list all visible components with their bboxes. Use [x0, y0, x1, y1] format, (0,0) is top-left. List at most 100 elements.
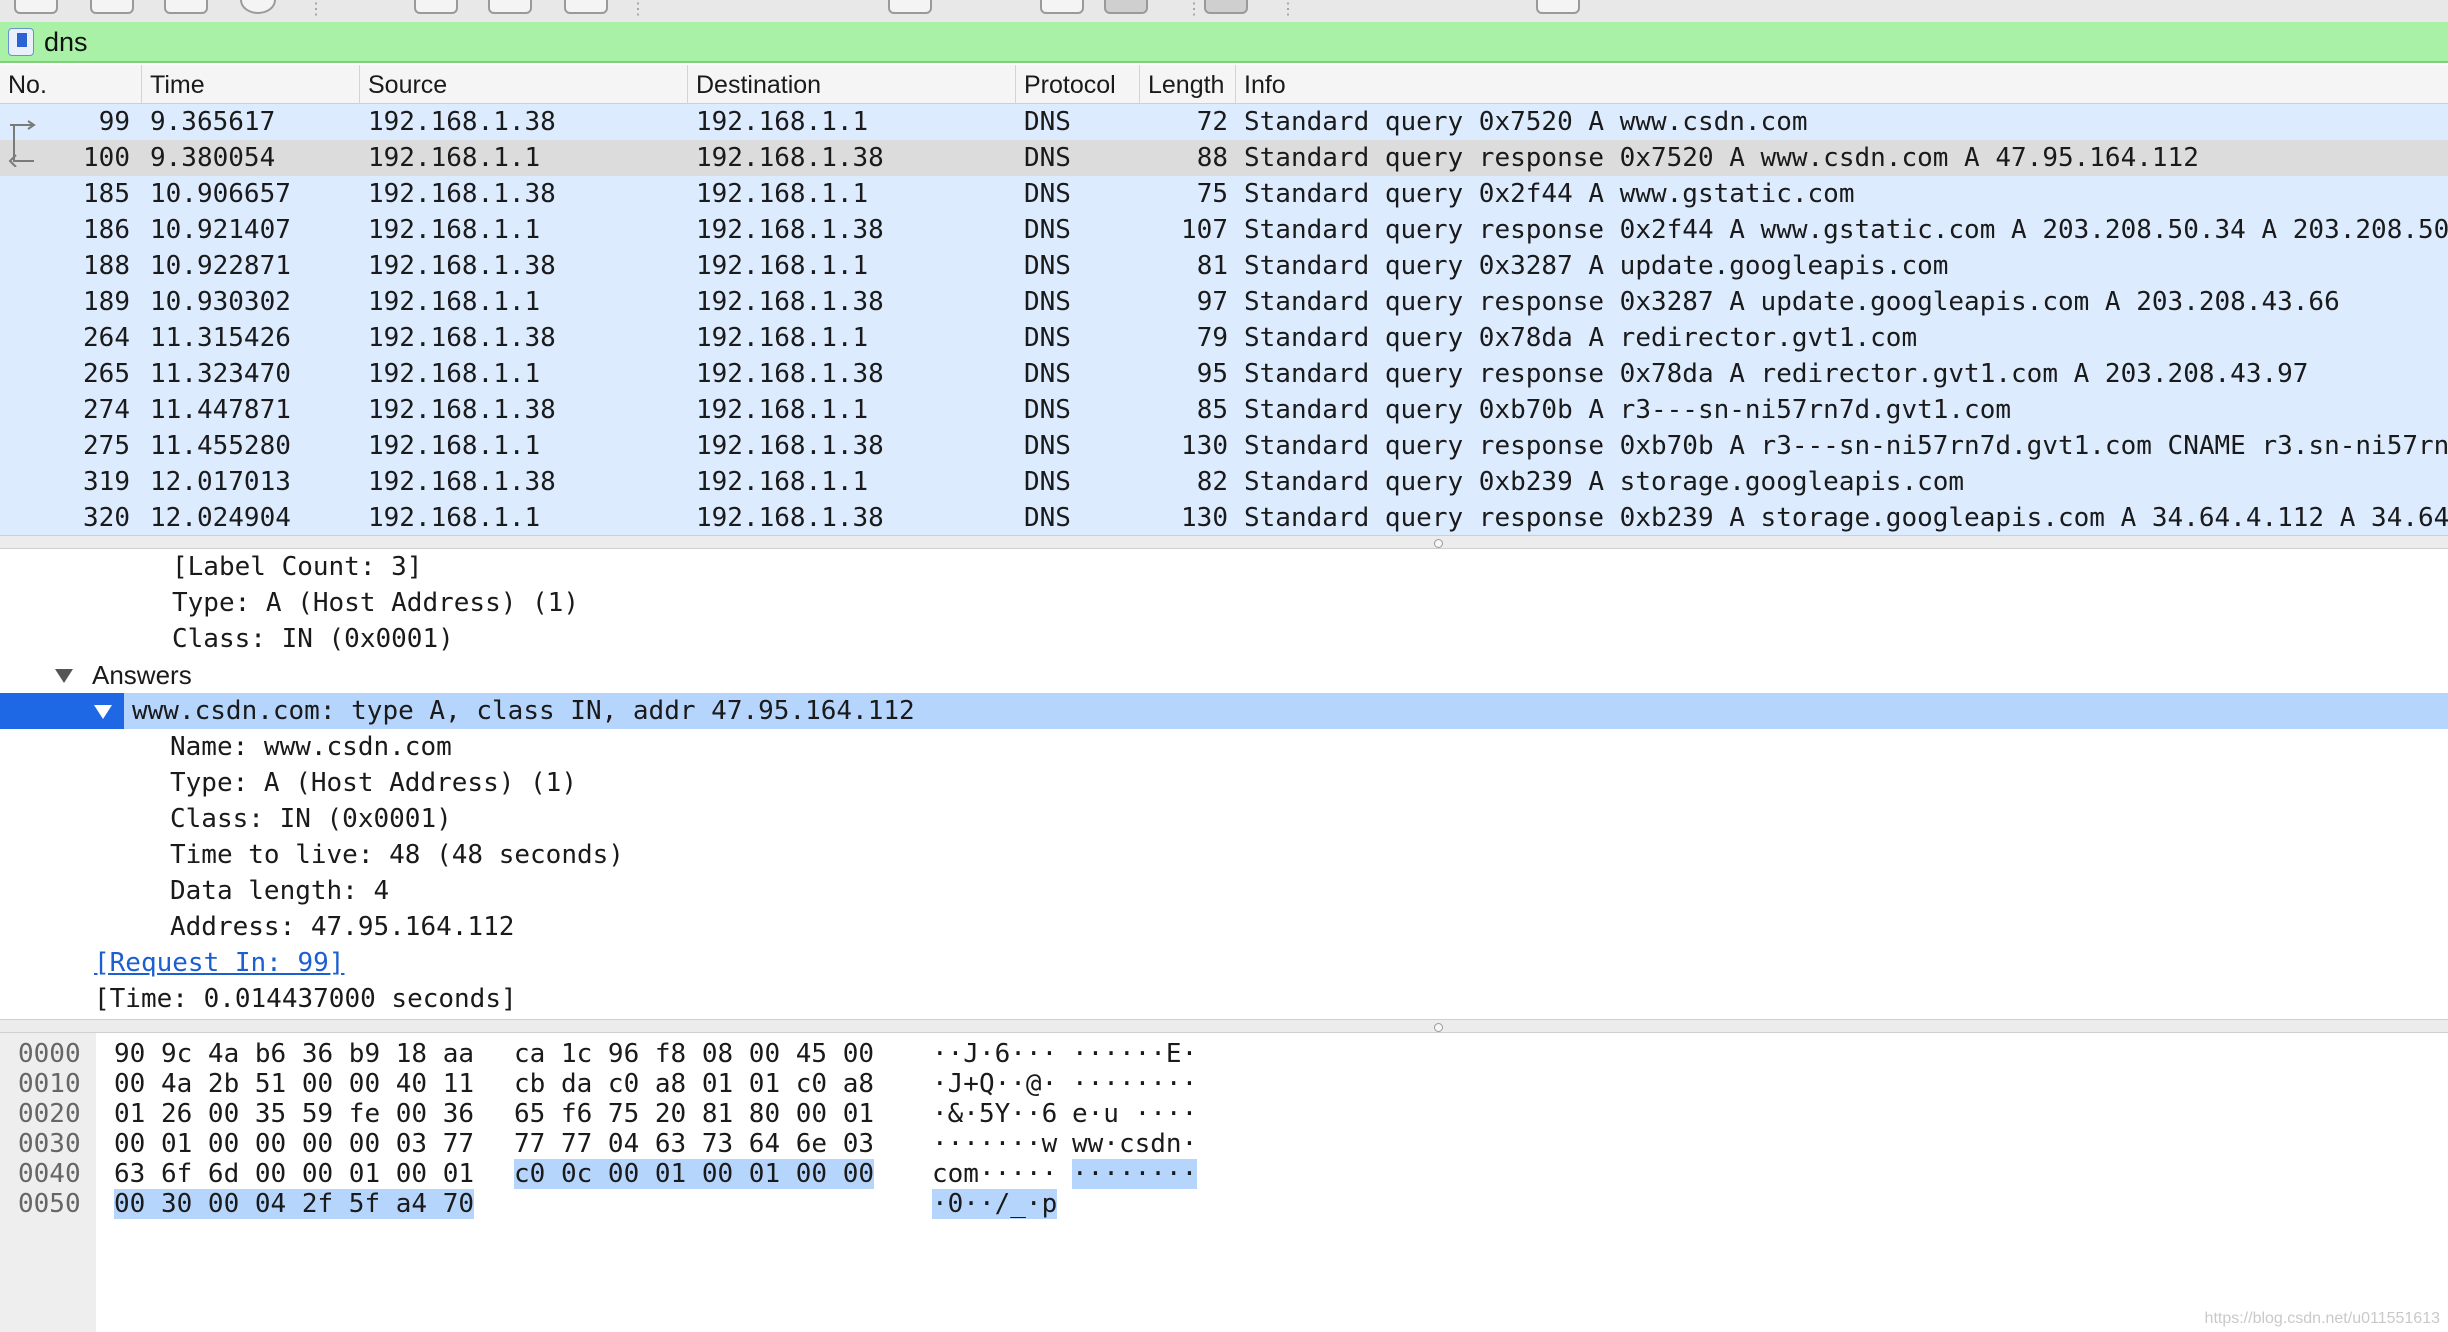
hex-bytes-second-half[interactable]: 77 77 04 63 73 64 6e 03 [514, 1129, 874, 1159]
packet-number: 274 [83, 395, 130, 425]
related-packet-icon [8, 120, 36, 167]
hex-bytes-first-half[interactable]: 00 4a 2b 51 00 00 40 11 [114, 1069, 474, 1099]
ascii-first-half[interactable]: ·0··/_·p [932, 1189, 1058, 1219]
answer-ttl: Time to live: 48 (48 seconds) [170, 840, 624, 870]
packet-info: Standard query response 0xb70b A r3---sn… [1244, 431, 2448, 461]
detail-row[interactable]: [Label Count: 3] [0, 549, 2448, 585]
toolbar-button[interactable] [1536, 0, 1580, 14]
packet-list: No. Time Source Destination Protocol Len… [0, 65, 2448, 535]
packet-destination: 192.168.1.1 [696, 395, 869, 425]
table-row[interactable]: 264 11.315426 192.168.1.38 192.168.1.1 DNS 79… [0, 320, 2448, 356]
toolbar-button[interactable] [1204, 0, 1248, 14]
detail-row[interactable]: [Time: 0.014437000 seconds] [0, 981, 2448, 1017]
ascii-first-half[interactable]: ·&·5Y··6 [932, 1099, 1057, 1129]
ascii-second-half[interactable]: ww·csdn· [1072, 1129, 1197, 1159]
expand-triangle-icon[interactable] [94, 705, 112, 719]
detail-row[interactable]: Class: IN (0x0001) [0, 801, 2448, 837]
hex-bytes-second-half[interactable]: 65 f6 75 20 81 80 00 01 [514, 1099, 874, 1129]
detail-row[interactable]: Data length: 4 [0, 873, 2448, 909]
byte-offset: 0000 [18, 1039, 81, 1069]
ascii-first-half[interactable]: ·······w [932, 1129, 1057, 1159]
watermark: https://blog.csdn.net/u011551613 [2204, 1310, 2440, 1327]
column-header-no[interactable]: No. [0, 65, 142, 103]
packet-info: Standard query 0x2f44 A www.gstatic.com [1244, 179, 1855, 209]
toolbar-button[interactable] [414, 0, 458, 14]
ascii-second-half[interactable]: ······E· [1072, 1039, 1197, 1069]
toolbar-button[interactable] [90, 0, 134, 14]
packet-number: 319 [83, 467, 130, 497]
packet-length: 79 [1196, 323, 1228, 353]
display-filter-bar [0, 22, 2448, 63]
toolbar-separator: ⋮ [630, 1, 646, 18]
packet-destination: 192.168.1.38 [696, 503, 884, 533]
pane-splitter[interactable] [0, 535, 2448, 549]
toolbar-button[interactable] [488, 0, 532, 14]
column-header-source[interactable]: Source [360, 65, 688, 103]
request-in-link[interactable]: [Request In: 99] [94, 945, 344, 981]
byte-offset: 0030 [18, 1129, 81, 1159]
toolbar-button[interactable] [564, 0, 608, 14]
hex-bytes-second-half[interactable]: ca 1c 96 f8 08 00 45 00 [514, 1039, 874, 1069]
packet-info: Standard query 0xb239 A storage.googleap… [1244, 467, 1965, 497]
column-header-time[interactable]: Time [142, 65, 360, 103]
column-header-length[interactable]: Length [1140, 65, 1236, 103]
detail-row[interactable]: [Request In: 99] [0, 945, 2448, 981]
display-filter-input[interactable] [44, 26, 2434, 58]
answer-record-row[interactable]: www.csdn.com: type A, class IN, addr 47.… [0, 693, 2448, 729]
bookmark-icon[interactable] [8, 28, 34, 56]
label-count: [Label Count: 3] [172, 552, 423, 582]
toolbar-button[interactable] [240, 0, 276, 14]
table-row[interactable]: 320 12.024904 192.168.1.1 192.168.1.38 DNS 13… [0, 500, 2448, 535]
detail-row[interactable]: Type: A (Host Address) (1) [0, 585, 2448, 621]
ascii-second-half[interactable]: ········ [1072, 1069, 1197, 1099]
ascii-first-half[interactable]: ··J·6··· [932, 1039, 1057, 1069]
detail-row[interactable]: Time to live: 48 (48 seconds) [0, 837, 2448, 873]
packet-number: 275 [83, 431, 130, 461]
toolbar-button[interactable] [888, 0, 932, 14]
ascii-second-half[interactable]: ········ [1072, 1159, 1198, 1189]
expand-triangle-icon[interactable] [55, 669, 73, 683]
table-row[interactable]: 189 10.930302 192.168.1.1 192.168.1.38 DNS 97… [0, 284, 2448, 320]
packet-destination: 192.168.1.1 [696, 251, 869, 281]
hex-bytes-second-half[interactable]: c0 0c 00 01 00 01 00 00 [514, 1159, 875, 1189]
table-row[interactable]: 186 10.921407 192.168.1.1 192.168.1.38 DNS 10… [0, 212, 2448, 248]
table-row[interactable]: 99 9.365617 192.168.1.38 192.168.1.1 DNS 72 St… [0, 104, 2448, 140]
table-row[interactable]: 319 12.017013 192.168.1.38 192.168.1.1 DNS 82… [0, 464, 2448, 500]
table-row[interactable]: 275 11.455280 192.168.1.1 192.168.1.38 DNS 13… [0, 428, 2448, 464]
table-row[interactable]: 185 10.906657 192.168.1.38 192.168.1.1 DNS 75… [0, 176, 2448, 212]
hex-bytes-second-half[interactable]: cb da c0 a8 01 01 c0 a8 [514, 1069, 874, 1099]
packet-source: 192.168.1.38 [368, 179, 556, 209]
column-header-protocol[interactable]: Protocol [1016, 65, 1140, 103]
toolbar-button[interactable] [14, 0, 58, 14]
hex-bytes-first-half[interactable]: 90 9c 4a b6 36 b9 18 aa [114, 1039, 474, 1069]
packet-destination: 192.168.1.38 [696, 431, 884, 461]
packet-length: 88 [1196, 143, 1228, 173]
detail-row[interactable]: Name: www.csdn.com [0, 729, 2448, 765]
detail-row[interactable]: Address: 47.95.164.112 [0, 909, 2448, 945]
ascii-first-half[interactable]: com····· [932, 1159, 1057, 1189]
packet-protocol: DNS [1024, 143, 1071, 173]
table-row[interactable]: 100 9.380054 192.168.1.1 192.168.1.38 DNS 88 S… [0, 140, 2448, 176]
table-row[interactable]: 274 11.447871 192.168.1.38 192.168.1.1 DNS 85… [0, 392, 2448, 428]
detail-row[interactable]: Class: IN (0x0001) [0, 621, 2448, 657]
toolbar-button[interactable] [164, 0, 208, 14]
answers-row[interactable]: Answers [0, 657, 2448, 693]
hex-bytes-first-half[interactable]: 01 26 00 35 59 fe 00 36 [114, 1099, 474, 1129]
packet-length: 75 [1196, 179, 1228, 209]
column-header-info[interactable]: Info [1236, 65, 2448, 103]
packet-list-header: No. Time Source Destination Protocol Len… [0, 65, 2448, 104]
hex-bytes-first-half[interactable]: 63 6f 6d 00 00 01 00 01 [114, 1159, 474, 1189]
ascii-second-half[interactable]: e·u ···· [1072, 1099, 1197, 1129]
pane-splitter[interactable] [0, 1019, 2448, 1033]
answer-name: Name: www.csdn.com [170, 732, 452, 762]
answer-data-length: Data length: 4 [170, 876, 390, 906]
table-row[interactable]: 265 11.323470 192.168.1.1 192.168.1.38 DNS 95… [0, 356, 2448, 392]
hex-bytes-first-half[interactable]: 00 30 00 04 2f 5f a4 70 [114, 1189, 475, 1219]
ascii-first-half[interactable]: ·J+Q··@· [932, 1069, 1057, 1099]
toolbar-button[interactable] [1040, 0, 1084, 14]
column-header-destination[interactable]: Destination [688, 65, 1016, 103]
toolbar-button[interactable] [1104, 0, 1148, 14]
hex-bytes-first-half[interactable]: 00 01 00 00 00 00 03 77 [114, 1129, 474, 1159]
table-row[interactable]: 188 10.922871 192.168.1.38 192.168.1.1 DNS 81… [0, 248, 2448, 284]
detail-row[interactable]: Type: A (Host Address) (1) [0, 765, 2448, 801]
